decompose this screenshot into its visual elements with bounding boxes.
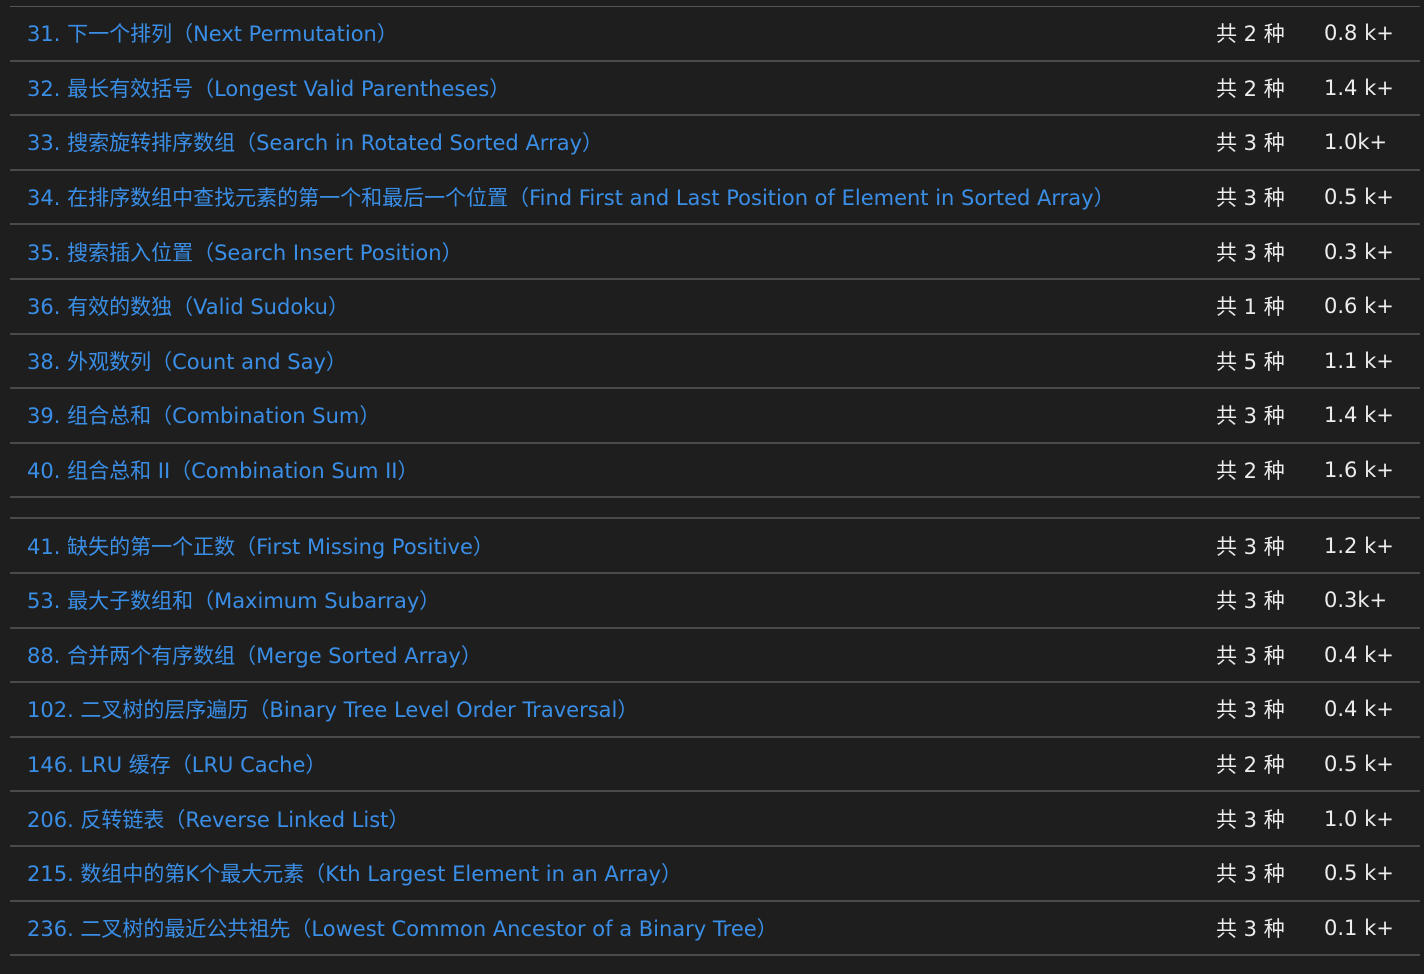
view-count: 1.4 k+: [1324, 403, 1394, 428]
problem-link[interactable]: 88. 合并两个有序数组（Merge Sorted Array）: [27, 640, 482, 670]
empty-row: [10, 498, 1420, 520]
solution-count: 共 3 种: [1216, 589, 1285, 614]
view-count: 1.2 k+: [1324, 533, 1394, 558]
problem-link[interactable]: 236. 二叉树的最近公共祖先（Lowest Common Ancestor o…: [27, 913, 778, 943]
problem-link[interactable]: 35. 搜索插入位置（Search Insert Position）: [27, 237, 463, 267]
solution-count: 共 2 种: [1216, 22, 1285, 47]
view-count: 0.3k+: [1324, 588, 1388, 613]
problem-link[interactable]: 38. 外观数列（Count and Say）: [27, 346, 347, 376]
problem-link[interactable]: 40. 组合总和 II（Combination Sum II）: [27, 455, 419, 485]
table-row: 146. LRU 缓存（LRU Cache） 共 2 种 0.5 k+: [10, 738, 1420, 793]
table-row: 53. 最大子数组和（Maximum Subarray） 共 3 种 0.3k+: [10, 574, 1420, 629]
view-count: 1.0k+: [1324, 130, 1388, 155]
view-count: 1.0 k+: [1324, 806, 1394, 831]
solution-count: 共 3 种: [1216, 404, 1285, 429]
problem-link[interactable]: 36. 有效的数独（Valid Sudoku）: [27, 291, 349, 321]
problem-link[interactable]: 31. 下一个排列（Next Permutation）: [27, 18, 398, 48]
problem-link[interactable]: 39. 组合总和（Combination Sum）: [27, 400, 380, 430]
solution-count: 共 3 种: [1216, 240, 1285, 265]
view-count: 0.5 k+: [1324, 752, 1394, 777]
problem-table: 31. 下一个排列（Next Permutation） 共 2 种 0.8 k+…: [10, 6, 1420, 957]
problem-link[interactable]: 41. 缺失的第一个正数（First Missing Positive）: [27, 531, 494, 561]
solution-count: 共 3 种: [1216, 807, 1285, 832]
view-count: 1.1 k+: [1324, 348, 1394, 373]
problem-link[interactable]: 34. 在排序数组中查找元素的第一个和最后一个位置（Find First and…: [27, 182, 1115, 212]
table-row: 32. 最长有效括号（Longest Valid Parentheses） 共 …: [10, 62, 1420, 117]
solution-count: 共 2 种: [1216, 753, 1285, 778]
view-count: 0.3 k+: [1324, 239, 1394, 264]
table-row: 34. 在排序数组中查找元素的第一个和最后一个位置（Find First and…: [10, 171, 1420, 226]
solution-count: 共 5 种: [1216, 349, 1285, 374]
problem-link[interactable]: 33. 搜索旋转排序数组（Search in Rotated Sorted Ar…: [27, 127, 603, 157]
table-row: 206. 反转链表（Reverse Linked List） 共 3 种 1.0…: [10, 792, 1420, 847]
problem-link[interactable]: 146. LRU 缓存（LRU Cache）: [27, 749, 326, 779]
solution-count: 共 3 种: [1216, 534, 1285, 559]
problem-link[interactable]: 206. 反转链表（Reverse Linked List）: [27, 804, 409, 834]
table-row: 38. 外观数列（Count and Say） 共 5 种 1.1 k+: [10, 335, 1420, 390]
solution-count: 共 2 种: [1216, 76, 1285, 101]
solution-count: 共 3 种: [1216, 131, 1285, 156]
table-row: 88. 合并两个有序数组（Merge Sorted Array） 共 3 种 0…: [10, 629, 1420, 684]
table-row: 236. 二叉树的最近公共祖先（Lowest Common Ancestor o…: [10, 902, 1420, 957]
solution-count: 共 3 种: [1216, 186, 1285, 211]
solution-count: 共 3 种: [1216, 643, 1285, 668]
solution-count: 共 3 种: [1216, 698, 1285, 723]
view-count: 0.4 k+: [1324, 697, 1394, 722]
problem-link[interactable]: 215. 数组中的第K个最大元素（Kth Largest Element in …: [27, 858, 682, 888]
table-row: 102. 二叉树的层序遍历（Binary Tree Level Order Tr…: [10, 683, 1420, 738]
view-count: 0.8 k+: [1324, 21, 1394, 46]
table-row: 215. 数组中的第K个最大元素（Kth Largest Element in …: [10, 847, 1420, 902]
table-row: 40. 组合总和 II（Combination Sum II） 共 2 种 1.…: [10, 444, 1420, 499]
view-count: 1.6 k+: [1324, 458, 1394, 483]
solution-count: 共 3 种: [1216, 916, 1285, 941]
view-count: 0.5 k+: [1324, 861, 1394, 886]
table-row: 33. 搜索旋转排序数组（Search in Rotated Sorted Ar…: [10, 116, 1420, 171]
problem-link[interactable]: 53. 最大子数组和（Maximum Subarray）: [27, 585, 440, 615]
table-row: 35. 搜索插入位置（Search Insert Position） 共 3 种…: [10, 225, 1420, 280]
problem-link[interactable]: 102. 二叉树的层序遍历（Binary Tree Level Order Tr…: [27, 694, 638, 724]
view-count: 0.1 k+: [1324, 915, 1394, 940]
solution-count: 共 1 种: [1216, 295, 1285, 320]
table-row: 31. 下一个排列（Next Permutation） 共 2 种 0.8 k+: [10, 7, 1420, 62]
table-row: 41. 缺失的第一个正数（First Missing Positive） 共 3…: [10, 519, 1420, 574]
view-count: 0.4 k+: [1324, 642, 1394, 667]
solution-count: 共 3 种: [1216, 862, 1285, 887]
table-row: 36. 有效的数独（Valid Sudoku） 共 1 种 0.6 k+: [10, 280, 1420, 335]
solution-count: 共 2 种: [1216, 459, 1285, 484]
view-count: 0.5 k+: [1324, 185, 1394, 210]
view-count: 1.4 k+: [1324, 75, 1394, 100]
problem-link[interactable]: 32. 最长有效括号（Longest Valid Parentheses）: [27, 73, 510, 103]
table-row: 39. 组合总和（Combination Sum） 共 3 种 1.4 k+: [10, 389, 1420, 444]
view-count: 0.6 k+: [1324, 294, 1394, 319]
